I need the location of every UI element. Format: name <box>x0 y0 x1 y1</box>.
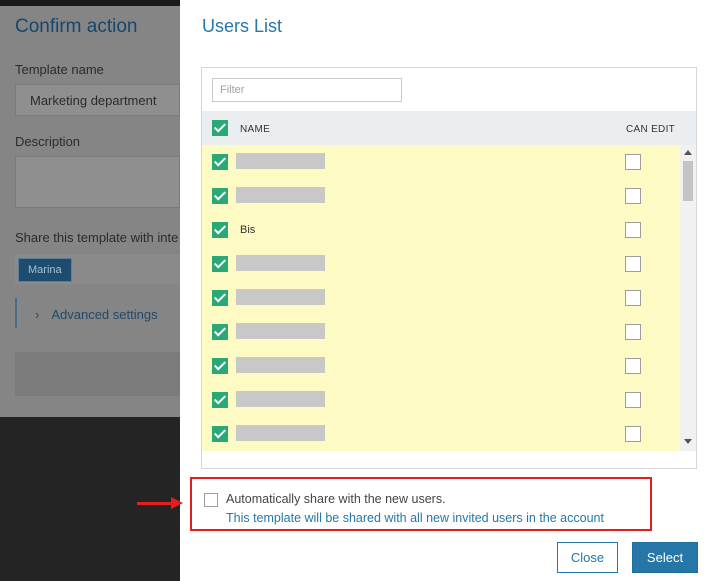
annotation-arrow-icon <box>171 497 183 509</box>
table-row[interactable]: Bis <box>202 213 680 247</box>
table-header: NAME CAN EDIT <box>202 111 696 145</box>
row-select-checkbox[interactable] <box>212 154 228 170</box>
can-edit-checkbox[interactable] <box>625 358 641 374</box>
close-button[interactable]: Close <box>557 542 618 573</box>
list-scrollbar[interactable] <box>680 145 696 451</box>
description-input <box>15 156 180 208</box>
scroll-up-icon[interactable] <box>684 150 692 155</box>
can-edit-checkbox[interactable] <box>625 256 641 272</box>
row-select-checkbox[interactable] <box>212 188 228 204</box>
advanced-settings-toggle: › Advanced settings <box>15 298 180 328</box>
chevron-right-icon: › <box>35 307 40 322</box>
row-select-checkbox[interactable] <box>212 324 228 340</box>
can-edit-checkbox[interactable] <box>625 426 641 442</box>
table-row[interactable] <box>202 281 680 315</box>
redacted-user-name <box>236 391 325 407</box>
column-can-edit: CAN EDIT <box>626 124 676 135</box>
annotation-arrow-line <box>137 502 173 505</box>
user-name: Bis <box>240 224 256 236</box>
users-list-box: NAME CAN EDIT Bis <box>201 67 697 469</box>
can-edit-checkbox[interactable] <box>625 290 641 306</box>
can-edit-checkbox[interactable] <box>625 154 641 170</box>
select-all-checkbox[interactable] <box>212 120 228 136</box>
table-row[interactable] <box>202 315 680 349</box>
can-edit-checkbox[interactable] <box>625 222 641 238</box>
column-name: NAME <box>240 124 271 135</box>
row-select-checkbox[interactable] <box>212 290 228 306</box>
auto-share-checkbox[interactable] <box>204 493 218 507</box>
template-name-input: Marketing department <box>15 84 180 116</box>
can-edit-checkbox[interactable] <box>625 392 641 408</box>
redacted-user-name <box>236 153 325 169</box>
row-select-checkbox[interactable] <box>212 256 228 272</box>
table-row[interactable] <box>202 179 680 213</box>
scrollbar-thumb[interactable] <box>683 161 693 201</box>
row-select-checkbox[interactable] <box>212 222 228 238</box>
shared-user-chip: Marina <box>18 258 72 282</box>
template-name-label: Template name <box>15 62 104 77</box>
table-row[interactable] <box>202 247 680 281</box>
table-row[interactable] <box>202 145 680 179</box>
advanced-settings-label: Advanced settings <box>51 307 158 322</box>
redacted-user-name <box>236 357 325 373</box>
description-label: Description <box>15 134 81 149</box>
row-select-checkbox[interactable] <box>212 358 228 374</box>
redacted-user-name <box>236 323 325 339</box>
scroll-down-icon[interactable] <box>684 439 692 444</box>
table-row[interactable] <box>202 349 680 383</box>
background-button-bar <box>15 352 180 396</box>
table-row[interactable] <box>202 383 680 417</box>
share-label: Share this template with inte <box>15 230 179 245</box>
row-select-checkbox[interactable] <box>212 392 228 408</box>
auto-share-description: This template will be shared with all ne… <box>226 511 604 525</box>
can-edit-checkbox[interactable] <box>625 324 641 340</box>
modal-title: Users List <box>202 16 283 36</box>
auto-share-title: Automatically share with the new users. <box>226 492 446 506</box>
can-edit-checkbox[interactable] <box>625 188 641 204</box>
users-list-modal: Users List NAME CAN EDIT Bis Automatical… <box>180 0 714 581</box>
redacted-user-name <box>236 187 325 203</box>
auto-share-section: Automatically share with the new users. … <box>190 477 652 531</box>
redacted-user-name <box>236 289 325 305</box>
redacted-user-name <box>236 425 325 441</box>
confirm-action-title: Confirm action <box>15 16 138 37</box>
table-row[interactable] <box>202 417 680 451</box>
filter-input[interactable] <box>212 78 402 102</box>
select-button[interactable]: Select <box>632 542 698 573</box>
row-select-checkbox[interactable] <box>212 426 228 442</box>
redacted-user-name <box>236 255 325 271</box>
users-rows: Bis <box>202 145 680 451</box>
